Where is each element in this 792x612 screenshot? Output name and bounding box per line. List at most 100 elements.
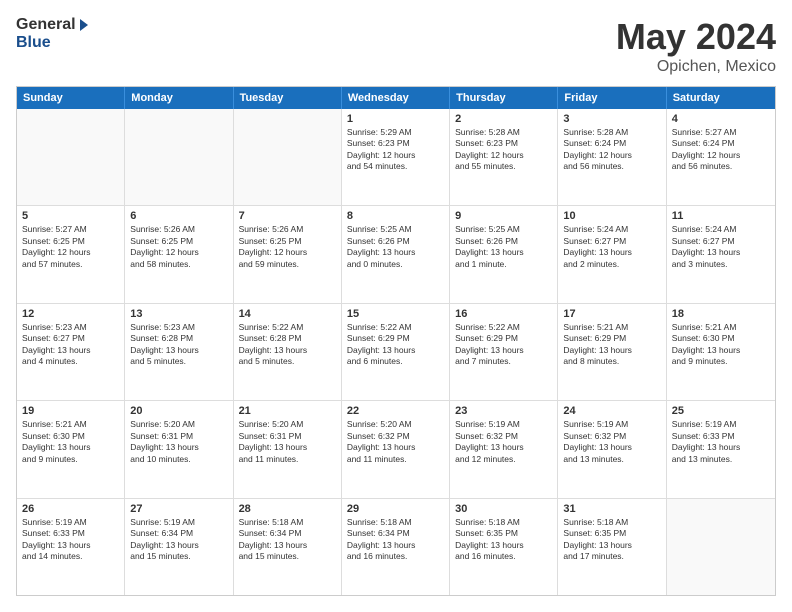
calendar-body: 1 Sunrise: 5:29 AM Sunset: 6:23 PM Daylig…	[17, 109, 775, 595]
day-number: 18	[672, 308, 770, 320]
day-number: 9	[455, 210, 552, 222]
calendar-cell: 10 Sunrise: 5:24 AM Sunset: 6:27 PM Dayli…	[558, 206, 666, 302]
day-number: 10	[563, 210, 660, 222]
cell-text: Sunrise: 5:24 AM Sunset: 6:27 PM Dayligh…	[563, 224, 660, 270]
day-number: 2	[455, 113, 552, 125]
cell-text: Sunrise: 5:23 AM Sunset: 6:27 PM Dayligh…	[22, 322, 119, 368]
day-number: 7	[239, 210, 336, 222]
weekday-header-sunday: Sunday	[17, 87, 125, 109]
cell-text: Sunrise: 5:29 AM Sunset: 6:23 PM Dayligh…	[347, 127, 444, 173]
day-number: 24	[563, 405, 660, 417]
day-number: 22	[347, 405, 444, 417]
cell-text: Sunrise: 5:28 AM Sunset: 6:23 PM Dayligh…	[455, 127, 552, 173]
logo-blue-text: Blue	[16, 34, 88, 52]
day-number: 28	[239, 503, 336, 515]
cell-text: Sunrise: 5:21 AM Sunset: 6:30 PM Dayligh…	[22, 419, 119, 465]
cell-text: Sunrise: 5:19 AM Sunset: 6:32 PM Dayligh…	[563, 419, 660, 465]
day-number: 16	[455, 308, 552, 320]
calendar-cell: 16 Sunrise: 5:22 AM Sunset: 6:29 PM Dayli…	[450, 304, 558, 400]
day-number: 20	[130, 405, 227, 417]
day-number: 27	[130, 503, 227, 515]
cell-text: Sunrise: 5:27 AM Sunset: 6:24 PM Dayligh…	[672, 127, 770, 173]
day-number: 26	[22, 503, 119, 515]
cell-text: Sunrise: 5:27 AM Sunset: 6:25 PM Dayligh…	[22, 224, 119, 270]
weekday-header-tuesday: Tuesday	[234, 87, 342, 109]
calendar-cell: 26 Sunrise: 5:19 AM Sunset: 6:33 PM Dayli…	[17, 499, 125, 595]
calendar-cell: 2 Sunrise: 5:28 AM Sunset: 6:23 PM Daylig…	[450, 109, 558, 205]
day-number: 8	[347, 210, 444, 222]
cell-text: Sunrise: 5:18 AM Sunset: 6:34 PM Dayligh…	[347, 517, 444, 563]
calendar-cell: 21 Sunrise: 5:20 AM Sunset: 6:31 PM Dayli…	[234, 401, 342, 497]
day-number: 17	[563, 308, 660, 320]
day-number: 12	[22, 308, 119, 320]
logo-general-text: General	[16, 16, 76, 34]
calendar-cell: 18 Sunrise: 5:21 AM Sunset: 6:30 PM Dayli…	[667, 304, 775, 400]
day-number: 30	[455, 503, 552, 515]
day-number: 11	[672, 210, 770, 222]
day-number: 31	[563, 503, 660, 515]
day-number: 19	[22, 405, 119, 417]
calendar-cell	[234, 109, 342, 205]
calendar-cell: 29 Sunrise: 5:18 AM Sunset: 6:34 PM Dayli…	[342, 499, 450, 595]
page: General Blue May 2024 Opichen, Mexico Su…	[0, 0, 792, 612]
cell-text: Sunrise: 5:26 AM Sunset: 6:25 PM Dayligh…	[130, 224, 227, 270]
calendar-cell: 15Sunrise: 5:22 AM Sunset: 6:29 PM Dayli…	[342, 304, 450, 400]
cell-text: Sunrise: 5:25 AM Sunset: 6:26 PM Dayligh…	[455, 224, 552, 270]
day-number: 1	[347, 113, 444, 125]
cell-text: Sunrise: 5:19 AM Sunset: 6:32 PM Dayligh…	[455, 419, 552, 465]
calendar-cell: 19 Sunrise: 5:21 AM Sunset: 6:30 PM Dayli…	[17, 401, 125, 497]
calendar-cell: 11Sunrise: 5:24 AM Sunset: 6:27 PM Dayli…	[667, 206, 775, 302]
calendar-row-3: 19 Sunrise: 5:21 AM Sunset: 6:30 PM Dayli…	[17, 401, 775, 498]
cell-text: Sunrise: 5:20 AM Sunset: 6:31 PM Dayligh…	[130, 419, 227, 465]
calendar-cell	[667, 499, 775, 595]
day-number: 4	[672, 113, 770, 125]
calendar-cell: 8 Sunrise: 5:25 AM Sunset: 6:26 PM Daylig…	[342, 206, 450, 302]
cell-text: Sunrise: 5:18 AM Sunset: 6:34 PM Dayligh…	[239, 517, 336, 563]
header: General Blue May 2024 Opichen, Mexico	[16, 16, 776, 76]
calendar-cell: 31Sunrise: 5:18 AM Sunset: 6:35 PM Dayli…	[558, 499, 666, 595]
calendar-cell: 17Sunrise: 5:21 AM Sunset: 6:29 PM Dayli…	[558, 304, 666, 400]
cell-text: Sunrise: 5:19 AM Sunset: 6:34 PM Dayligh…	[130, 517, 227, 563]
day-number: 14	[239, 308, 336, 320]
cell-text: Sunrise: 5:20 AM Sunset: 6:31 PM Dayligh…	[239, 419, 336, 465]
cell-text: Sunrise: 5:19 AM Sunset: 6:33 PM Dayligh…	[22, 517, 119, 563]
calendar-cell: 7 Sunrise: 5:26 AM Sunset: 6:25 PM Daylig…	[234, 206, 342, 302]
location-title: Opichen, Mexico	[616, 58, 776, 76]
cell-text: Sunrise: 5:25 AM Sunset: 6:26 PM Dayligh…	[347, 224, 444, 270]
calendar-cell: 4 Sunrise: 5:27 AM Sunset: 6:24 PM Daylig…	[667, 109, 775, 205]
calendar-cell: 14 Sunrise: 5:22 AM Sunset: 6:28 PM Dayli…	[234, 304, 342, 400]
calendar-cell: 5Sunrise: 5:27 AM Sunset: 6:25 PM Daylig…	[17, 206, 125, 302]
weekday-header-monday: Monday	[125, 87, 233, 109]
weekday-header-saturday: Saturday	[667, 87, 775, 109]
cell-text: Sunrise: 5:22 AM Sunset: 6:29 PM Dayligh…	[455, 322, 552, 368]
cell-text: Sunrise: 5:23 AM Sunset: 6:28 PM Dayligh…	[130, 322, 227, 368]
cell-text: Sunrise: 5:20 AM Sunset: 6:32 PM Dayligh…	[347, 419, 444, 465]
logo-arrow-icon	[80, 19, 88, 31]
calendar-cell: 23 Sunrise: 5:19 AM Sunset: 6:32 PM Dayli…	[450, 401, 558, 497]
month-title: May 2024	[616, 16, 776, 58]
calendar-cell: 13Sunrise: 5:23 AM Sunset: 6:28 PM Dayli…	[125, 304, 233, 400]
cell-text: Sunrise: 5:22 AM Sunset: 6:28 PM Dayligh…	[239, 322, 336, 368]
cell-text: Sunrise: 5:28 AM Sunset: 6:24 PM Dayligh…	[563, 127, 660, 173]
weekday-header-thursday: Thursday	[450, 87, 558, 109]
calendar-cell: 6 Sunrise: 5:26 AM Sunset: 6:25 PM Daylig…	[125, 206, 233, 302]
day-number: 23	[455, 405, 552, 417]
day-number: 25	[672, 405, 770, 417]
logo: General Blue	[16, 16, 88, 52]
calendar-row-4: 26 Sunrise: 5:19 AM Sunset: 6:33 PM Dayli…	[17, 499, 775, 595]
calendar-cell: 27 Sunrise: 5:19 AM Sunset: 6:34 PM Dayli…	[125, 499, 233, 595]
calendar-cell	[125, 109, 233, 205]
day-number: 6	[130, 210, 227, 222]
calendar-row-1: 5Sunrise: 5:27 AM Sunset: 6:25 PM Daylig…	[17, 206, 775, 303]
weekday-header-friday: Friday	[558, 87, 666, 109]
calendar-row-2: 12 Sunrise: 5:23 AM Sunset: 6:27 PM Dayli…	[17, 304, 775, 401]
day-number: 29	[347, 503, 444, 515]
calendar-header: SundayMondayTuesdayWednesdayThursdayFrid…	[17, 87, 775, 109]
cell-text: Sunrise: 5:21 AM Sunset: 6:30 PM Dayligh…	[672, 322, 770, 368]
title-block: May 2024 Opichen, Mexico	[616, 16, 776, 76]
calendar: SundayMondayTuesdayWednesdayThursdayFrid…	[16, 86, 776, 596]
calendar-cell: 1 Sunrise: 5:29 AM Sunset: 6:23 PM Daylig…	[342, 109, 450, 205]
cell-text: Sunrise: 5:26 AM Sunset: 6:25 PM Dayligh…	[239, 224, 336, 270]
day-number: 21	[239, 405, 336, 417]
calendar-cell: 28 Sunrise: 5:18 AM Sunset: 6:34 PM Dayli…	[234, 499, 342, 595]
